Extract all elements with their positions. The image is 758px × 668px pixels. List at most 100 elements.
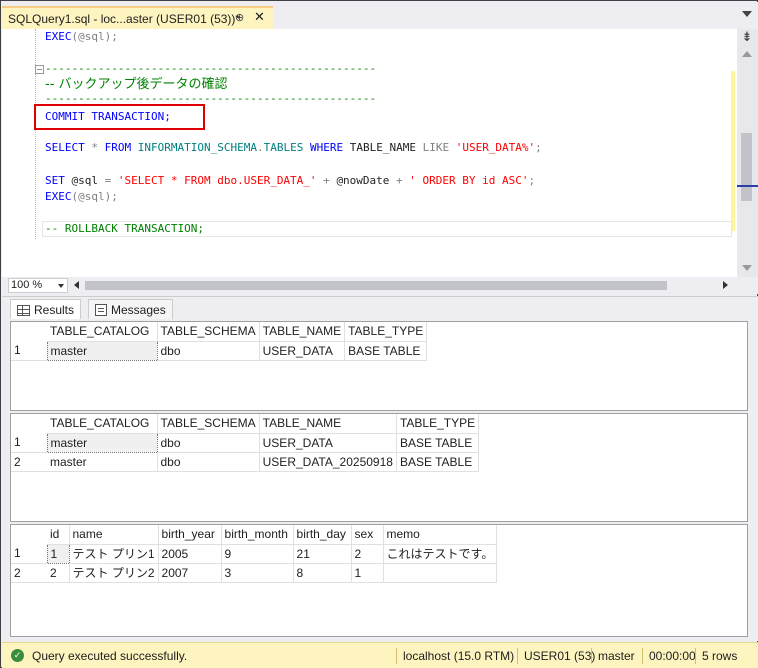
code-token: 'USER_DATA%' [449,141,536,154]
code-line: -- ROLLBACK TRANSACTION; [45,221,204,236]
column-header[interactable]: birth_month [221,525,294,545]
code-token: TABLES [263,141,304,154]
code-token: EXEC [45,190,72,203]
table-row[interactable]: 1 master dbo USER_DATA BASE TABLE [11,432,480,453]
results-pane: TABLE_CATALOG TABLE_SCHEMA TABLE_NAME TA… [2,319,758,641]
scroll-up-icon[interactable] [742,51,752,57]
split-icon[interactable]: ⇟ [739,31,755,45]
table-cell[interactable]: テスト プリン2 [69,563,159,583]
table-cell[interactable]: USER_DATA [259,433,397,453]
pin-icon[interactable]: ⊕ [235,11,244,24]
code-line: SET @sql = 'SELECT * FROM dbo.USER_DATA_… [45,173,535,188]
collapse-icon[interactable]: − [35,65,44,74]
tab-results-label: Results [34,303,75,317]
table-cell[interactable]: BASE TABLE [344,341,428,361]
table-cell[interactable]: テスト プリン1 [69,544,159,564]
tab-messages[interactable]: Messages [88,299,173,320]
row-number[interactable]: 2 [11,563,47,583]
table-cell[interactable]: BASE TABLE [396,433,480,453]
row-number[interactable]: 1 [11,433,47,453]
row-number-header [11,414,47,433]
table-cell[interactable]: 2 [47,563,70,583]
table-cell[interactable]: dbo [157,452,260,472]
scroll-right-icon[interactable] [723,281,728,289]
column-header[interactable]: name [69,525,159,545]
status-database: master [591,648,635,664]
table-cell[interactable]: 1 [46,543,70,564]
row-number[interactable]: 1 [11,341,47,361]
row-number[interactable]: 1 [11,544,47,564]
table-cell[interactable]: 3 [221,563,294,583]
column-header[interactable]: id [47,525,70,545]
row-number-header [11,322,47,341]
table-cell[interactable]: master [46,340,158,361]
editor-vertical-scrollbar[interactable]: ⇟ [737,29,758,277]
messages-icon [95,304,107,316]
table-cell[interactable]: 1 [351,563,384,583]
code-line: EXEC(@sql); [45,29,118,44]
table-cell[interactable]: dbo [157,433,260,453]
table-cell[interactable]: USER_DATA_20250918 [259,452,397,472]
column-header[interactable]: TABLE_NAME [259,322,346,342]
code-token: ; [535,141,542,154]
column-header[interactable]: TABLE_CATALOG [47,414,158,434]
table-cell[interactable]: master [47,452,158,472]
table-cell[interactable]: 2005 [158,544,222,564]
table-cell[interactable]: 21 [293,544,352,564]
column-header[interactable]: birth_year [158,525,222,545]
table-row[interactable]: 1 master dbo USER_DATA BASE TABLE [11,340,428,361]
table-row[interactable]: 2 master dbo USER_DATA_20250918 BASE TAB… [11,452,480,472]
zoom-bar: 100 % [2,277,758,294]
column-header[interactable]: TABLE_SCHEMA [157,322,260,342]
result-grid-2[interactable]: TABLE_CATALOG TABLE_SCHEMA TABLE_NAME TA… [10,413,748,522]
column-header[interactable]: TABLE_CATALOG [47,322,158,342]
table-cell[interactable]: 8 [293,563,352,583]
table-cell[interactable]: これはテストです。 [383,544,498,564]
scroll-left-icon[interactable] [74,281,79,289]
code-token: LIKE [415,141,450,154]
table-cell[interactable]: 9 [221,544,294,564]
zoom-select[interactable]: 100 % [8,278,68,293]
table-cell[interactable]: master [46,432,158,453]
result-grid-3[interactable]: id name birth_year birth_month birth_day… [10,524,748,637]
sql-editor[interactable]: − EXEC(@sql); --------------------------… [2,29,737,277]
column-header[interactable]: memo [383,525,498,545]
horizontal-scroll-thumb[interactable] [85,281,667,290]
column-header[interactable]: TABLE_SCHEMA [157,414,260,434]
zoom-value: 100 % [11,279,43,291]
table-cell[interactable]: dbo [157,341,260,361]
table-row[interactable]: 2 2 テスト プリン2 2007 3 8 1 [11,563,498,583]
code-token: SET [45,174,65,187]
table-cell[interactable] [383,563,498,583]
code-token: ' ORDER BY id ASC' [409,174,529,187]
scroll-down-icon[interactable] [742,265,752,271]
table-cell[interactable]: BASE TABLE [396,452,480,472]
code-token: WHERE [303,141,344,154]
tab-results[interactable]: Results [10,299,82,320]
column-header[interactable]: TABLE_TYPE [396,414,480,434]
close-icon[interactable]: ✕ [254,9,265,25]
code-line: EXEC(@sql); [45,189,118,204]
code-token: (@sql); [71,190,118,203]
table-row[interactable]: 1 1 テスト プリン1 2005 9 21 2 これはテストです。 [11,543,498,564]
column-header[interactable]: birth_day [293,525,352,545]
status-message: Query executed successfully. [32,649,188,663]
tab-list-dropdown-icon[interactable] [742,11,752,17]
code-token: @nowDate [336,174,390,187]
scroll-thumb[interactable] [741,133,752,201]
code-token: + [389,174,410,187]
row-number[interactable]: 2 [11,452,47,472]
status-bar: ✓ Query executed successfully. localhost… [2,642,758,668]
grid-header-row: TABLE_CATALOG TABLE_SCHEMA TABLE_NAME TA… [11,322,428,342]
table-cell[interactable]: 2007 [158,563,222,583]
code-token: (@sql); [71,30,118,43]
table-cell[interactable]: USER_DATA [259,341,346,361]
document-tab[interactable]: SQLQuery1.sql - loc...aster (USER01 (53)… [2,6,273,29]
code-token: ; [528,174,536,187]
column-header[interactable]: TABLE_TYPE [344,322,428,342]
column-header[interactable]: TABLE_NAME [259,414,397,434]
column-header[interactable]: sex [351,525,384,545]
success-icon: ✓ [11,649,24,662]
result-grid-1[interactable]: TABLE_CATALOG TABLE_SCHEMA TABLE_NAME TA… [10,321,748,411]
table-cell[interactable]: 2 [351,544,384,564]
